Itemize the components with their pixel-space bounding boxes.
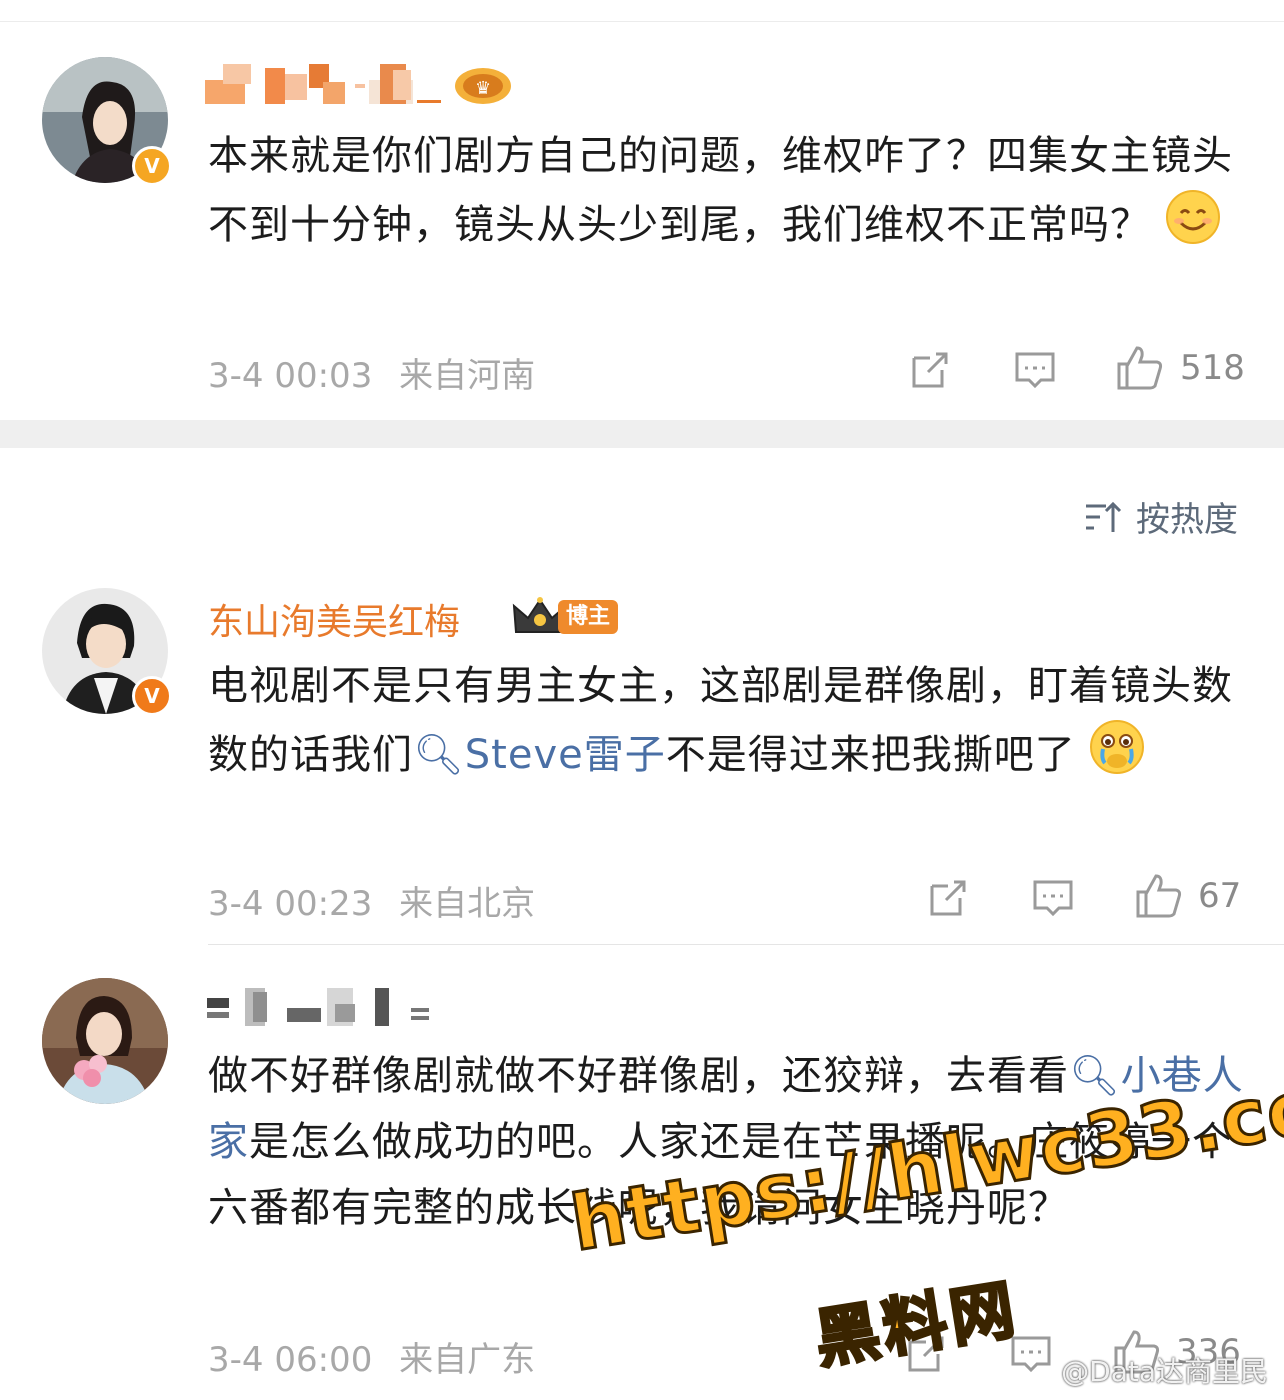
smile-emoji-icon: [1165, 189, 1221, 265]
sort-icon: [1086, 501, 1122, 532]
sort-button[interactable]: 按热度: [1084, 492, 1238, 541]
like-icon[interactable]: [1115, 344, 1165, 392]
comment-meta: 3-4 06:00 来自广东: [208, 1332, 535, 1381]
crying-emoji-icon: [1089, 719, 1145, 795]
comment-text: 本来就是你们剧方自己的问题，维权咋了？四集女主镜头不到十分钟，镜头从头少到尾，我…: [208, 123, 1248, 265]
like-count: 67: [1198, 876, 1242, 916]
username-blurred[interactable]: [205, 984, 445, 1028]
location: 来自北京: [399, 884, 536, 924]
comment-meta: 3-4 00:03 来自河南: [208, 348, 535, 397]
section-divider: [0, 420, 1284, 448]
timestamp: 3-4 00:23: [208, 884, 373, 924]
like-icon[interactable]: [1134, 872, 1184, 920]
username-blurred[interactable]: ♛: [205, 62, 515, 106]
comment-text: 电视剧不是只有男主女主，这部剧是群像剧，盯着镜头数数的话我们🔍︎Steve雷子不…: [208, 653, 1248, 795]
avatar[interactable]: [42, 978, 168, 1104]
top-divider: [0, 21, 1284, 22]
blogger-tag: 博主: [558, 600, 619, 634]
username[interactable]: 东山洵美吴红梅: [208, 593, 460, 645]
verified-badge: V: [132, 146, 172, 186]
share-icon[interactable]: [926, 876, 970, 920]
comment-meta: 3-4 00:23 来自北京: [208, 876, 535, 925]
location: 来自河南: [399, 356, 536, 396]
sort-label: 按热度: [1136, 500, 1238, 540]
comment-icon[interactable]: [1031, 876, 1075, 920]
like-count: 518: [1180, 348, 1245, 388]
comment-icon[interactable]: [1013, 348, 1057, 392]
topic-link[interactable]: 🔍︎Steve雷子: [413, 732, 666, 778]
verified-badge: V: [132, 676, 172, 716]
watermark-site: 黑料网: [809, 1271, 1025, 1379]
location: 来自广东: [399, 1340, 536, 1380]
share-icon[interactable]: [908, 348, 952, 392]
timestamp: 3-4 06:00: [208, 1340, 373, 1380]
comment-divider: [208, 944, 1284, 945]
timestamp: 3-4 00:03: [208, 356, 373, 396]
svg-text:♛: ♛: [475, 78, 491, 99]
weibo-watermark: @Data达商里民: [1061, 1355, 1268, 1388]
search-icon: 🔍︎: [413, 732, 465, 778]
